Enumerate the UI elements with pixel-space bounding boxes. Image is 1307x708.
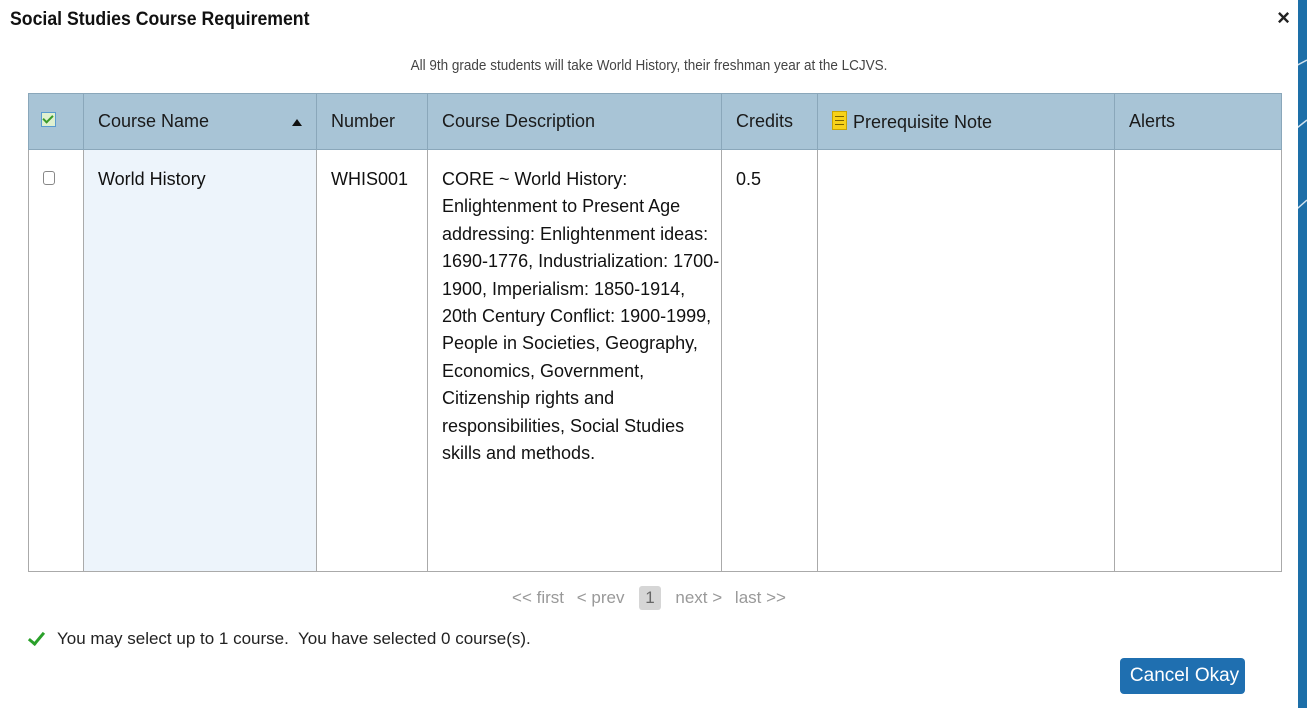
course-number-cell: WHIS001 (316, 149, 428, 572)
column-label: Course Description (442, 111, 596, 131)
dialog-subtitle: All 9th grade students will take World H… (410, 57, 888, 74)
course-table: Course Name Number Course Description Cr… (28, 93, 1282, 572)
dialog-titlebar: Social Studies Course Requirement × (0, 0, 1298, 46)
column-label: Course Name (98, 111, 210, 131)
table-header-row: Course Name Number Course Description Cr… (28, 93, 1282, 150)
column-label: Prerequisite Note (853, 111, 993, 132)
dialog-title: Social Studies Course Requirement (10, 9, 310, 30)
column-header-prerequisite[interactable]: Prerequisite Note (817, 93, 1115, 150)
column-header-number[interactable]: Number (316, 93, 428, 150)
column-header-credits[interactable]: Credits (721, 93, 818, 150)
pager-next-link[interactable]: next > (675, 588, 722, 607)
column-header-description[interactable]: Course Description (427, 93, 722, 150)
close-icon[interactable]: × (1277, 7, 1290, 29)
row-checkbox[interactable] (43, 171, 55, 185)
pagination: << first < prev 1 next > last >> (0, 586, 1298, 610)
column-label: Alerts (1129, 111, 1176, 131)
cancel-button[interactable]: Cancel (1120, 658, 1199, 694)
pager-first-link[interactable]: << first (512, 588, 564, 607)
prerequisite-note-cell (817, 149, 1115, 572)
select-all-checkbox-icon[interactable] (41, 112, 56, 127)
table-row[interactable]: World History WHIS001 CORE ~ World Histo… (28, 149, 1282, 572)
column-header-course-name[interactable]: Course Name (83, 93, 317, 150)
okay-button[interactable]: Okay (1189, 658, 1245, 694)
column-header-alerts[interactable]: Alerts (1114, 93, 1282, 150)
course-requirement-dialog: Social Studies Course Requirement × All … (0, 0, 1298, 708)
course-name-cell: World History (83, 149, 317, 572)
selection-status: You may select up to 1 course. You have … (27, 627, 531, 649)
course-credits-cell: 0.5 (721, 149, 818, 572)
row-select-cell[interactable] (28, 149, 84, 572)
select-all-header[interactable] (28, 93, 84, 150)
course-description-cell: CORE ~ World History: Enlightenment to P… (427, 149, 722, 572)
note-icon (832, 110, 847, 130)
pager-current-page[interactable]: 1 (639, 586, 661, 610)
column-label: Number (331, 111, 396, 131)
checkmark-icon (27, 627, 46, 647)
sort-ascending-icon[interactable] (292, 119, 302, 126)
pager-last-link[interactable]: last >> (735, 588, 786, 607)
column-label: Credits (736, 111, 794, 131)
alerts-cell (1114, 149, 1282, 572)
selection-status-text: You may select up to 1 course. You have … (57, 629, 531, 648)
pager-prev-link[interactable]: < prev (577, 588, 625, 607)
